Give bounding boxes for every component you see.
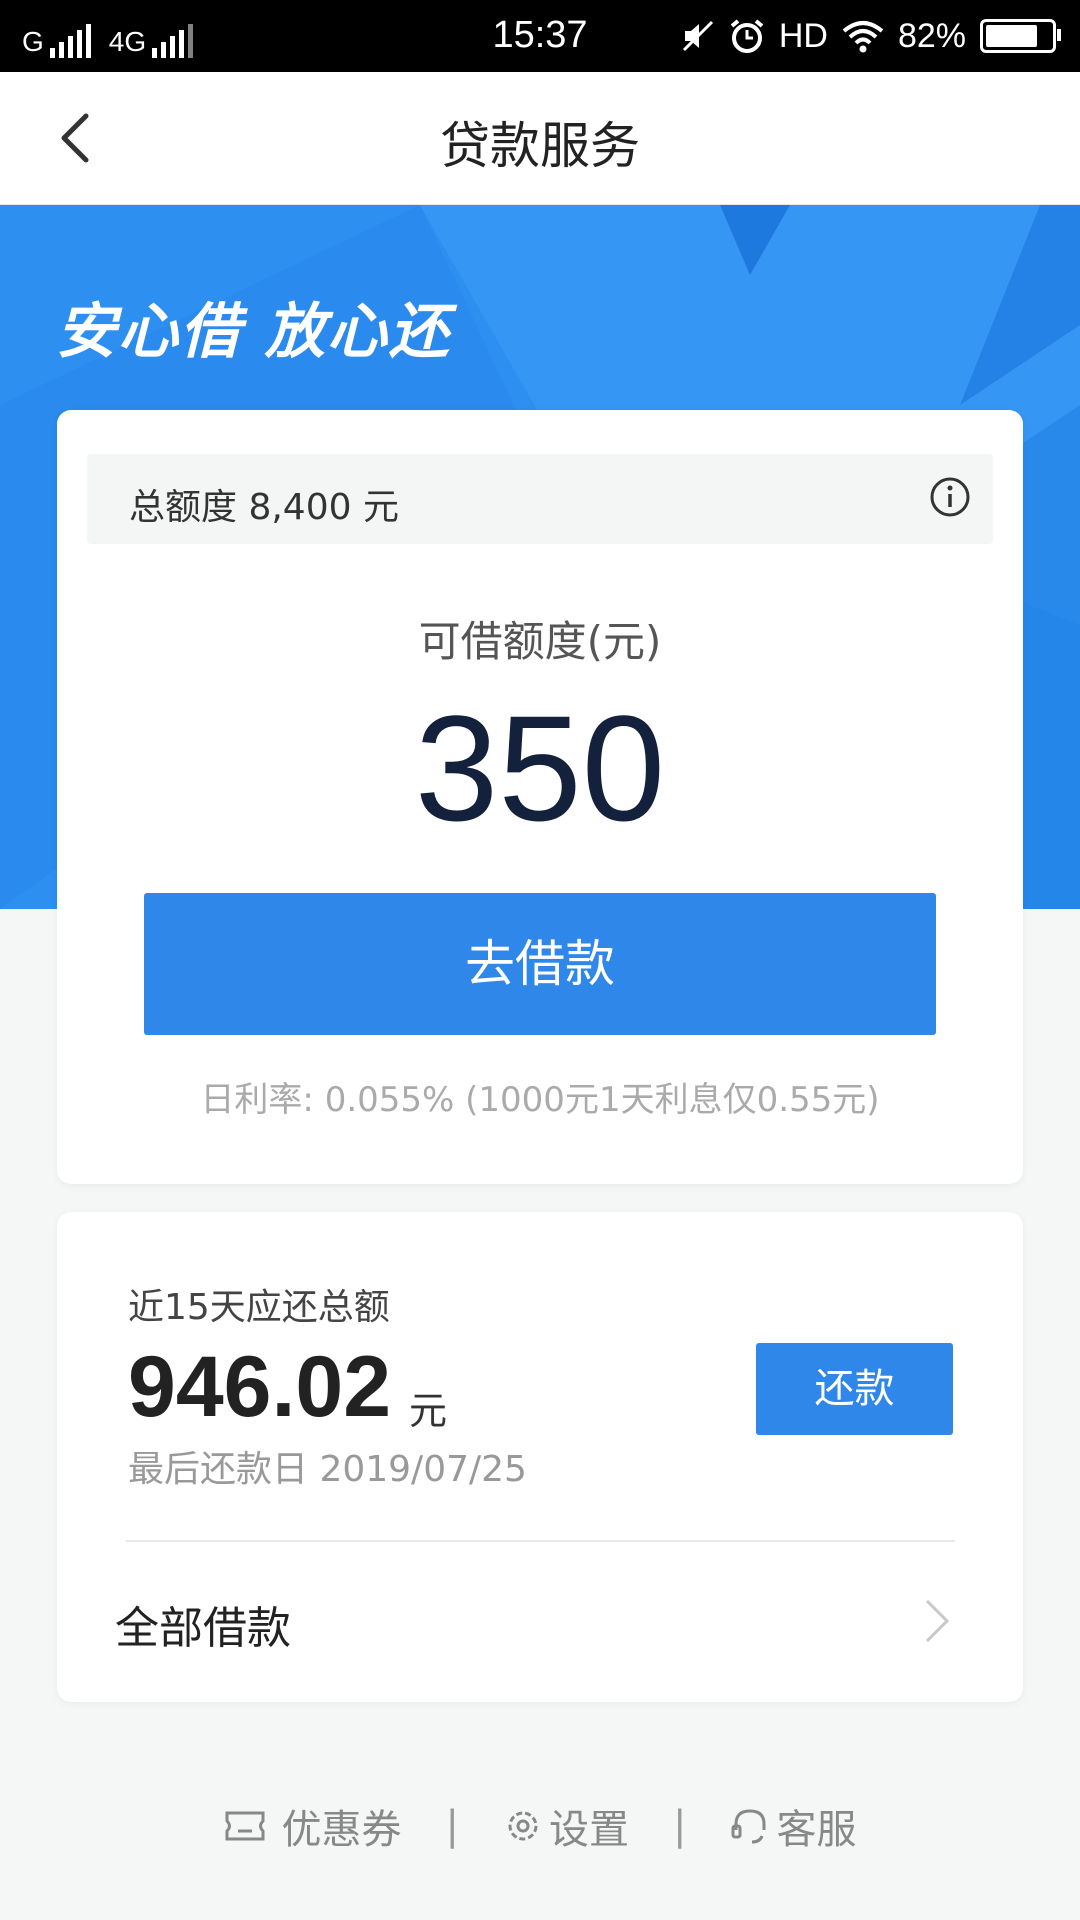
repayment-card: 近15天应还总额 946.02 元 最后还款日 2019/07/25 还款 全部… <box>57 1212 1023 1702</box>
hero-slogan: 安心借 放心还 <box>56 297 451 367</box>
repay-button[interactable]: 还款 <box>756 1343 953 1435</box>
settings-label: 设置 <box>549 1807 629 1853</box>
page-title: 贷款服务 <box>440 117 640 175</box>
footer-links: 优惠券 | 设置 | 客服 <box>0 1796 1080 1856</box>
due-label: 近15天应还总额 <box>128 1287 390 1328</box>
service-label: 客服 <box>776 1807 857 1853</box>
mute-icon <box>682 20 713 52</box>
divider <box>126 1540 955 1542</box>
all-loans-link[interactable]: 全部借款 <box>115 1592 291 1656</box>
coupon-link[interactable]: 优惠券 <box>224 1797 402 1855</box>
due-date: 最后还款日 2019/07/25 <box>128 1449 527 1490</box>
footer-separator-2: | <box>673 1803 687 1849</box>
customer-service-link[interactable]: 客服 <box>730 1797 856 1855</box>
chevron-right-icon[interactable] <box>917 1596 957 1646</box>
battery-percent: 82% <box>897 16 966 55</box>
coupon-icon <box>225 1811 265 1841</box>
interest-rate-text: 日利率: 0.055% (1000元1天利息仅0.55元) <box>200 1080 880 1120</box>
due-amount: 946.02 <box>128 1339 392 1435</box>
gear-icon <box>508 1811 538 1841</box>
available-quota-value: 350 <box>414 684 666 852</box>
due-unit: 元 <box>409 1389 448 1433</box>
total-quota-text: 总额度 8,400 元 <box>129 487 399 528</box>
battery-fill <box>986 25 1038 47</box>
available-quota-label: 可借额度(元) <box>418 617 662 666</box>
nav-bar: 贷款服务 <box>0 72 1080 205</box>
alarm-icon <box>730 19 764 53</box>
coupon-label: 优惠券 <box>281 1807 402 1853</box>
status-bar: G 4G 15:37 HD 82% <box>0 0 1080 72</box>
hd-label: HD <box>778 16 828 55</box>
footer-separator: | <box>445 1803 459 1849</box>
settings-link[interactable]: 设置 <box>503 1797 629 1855</box>
headset-icon <box>731 1809 766 1844</box>
credit-card: 总额度 8,400 元 可借额度(元) 350 去借款 日利率: 0.055% … <box>57 410 1023 1184</box>
borrow-button[interactable]: 去借款 <box>144 893 936 1035</box>
wifi-icon <box>842 21 884 53</box>
battery-icon <box>980 19 1061 53</box>
status-icons: HD 82% <box>667 14 1061 58</box>
info-icon[interactable] <box>929 476 971 518</box>
total-quota-bar: 总额度 8,400 元 <box>87 454 993 544</box>
